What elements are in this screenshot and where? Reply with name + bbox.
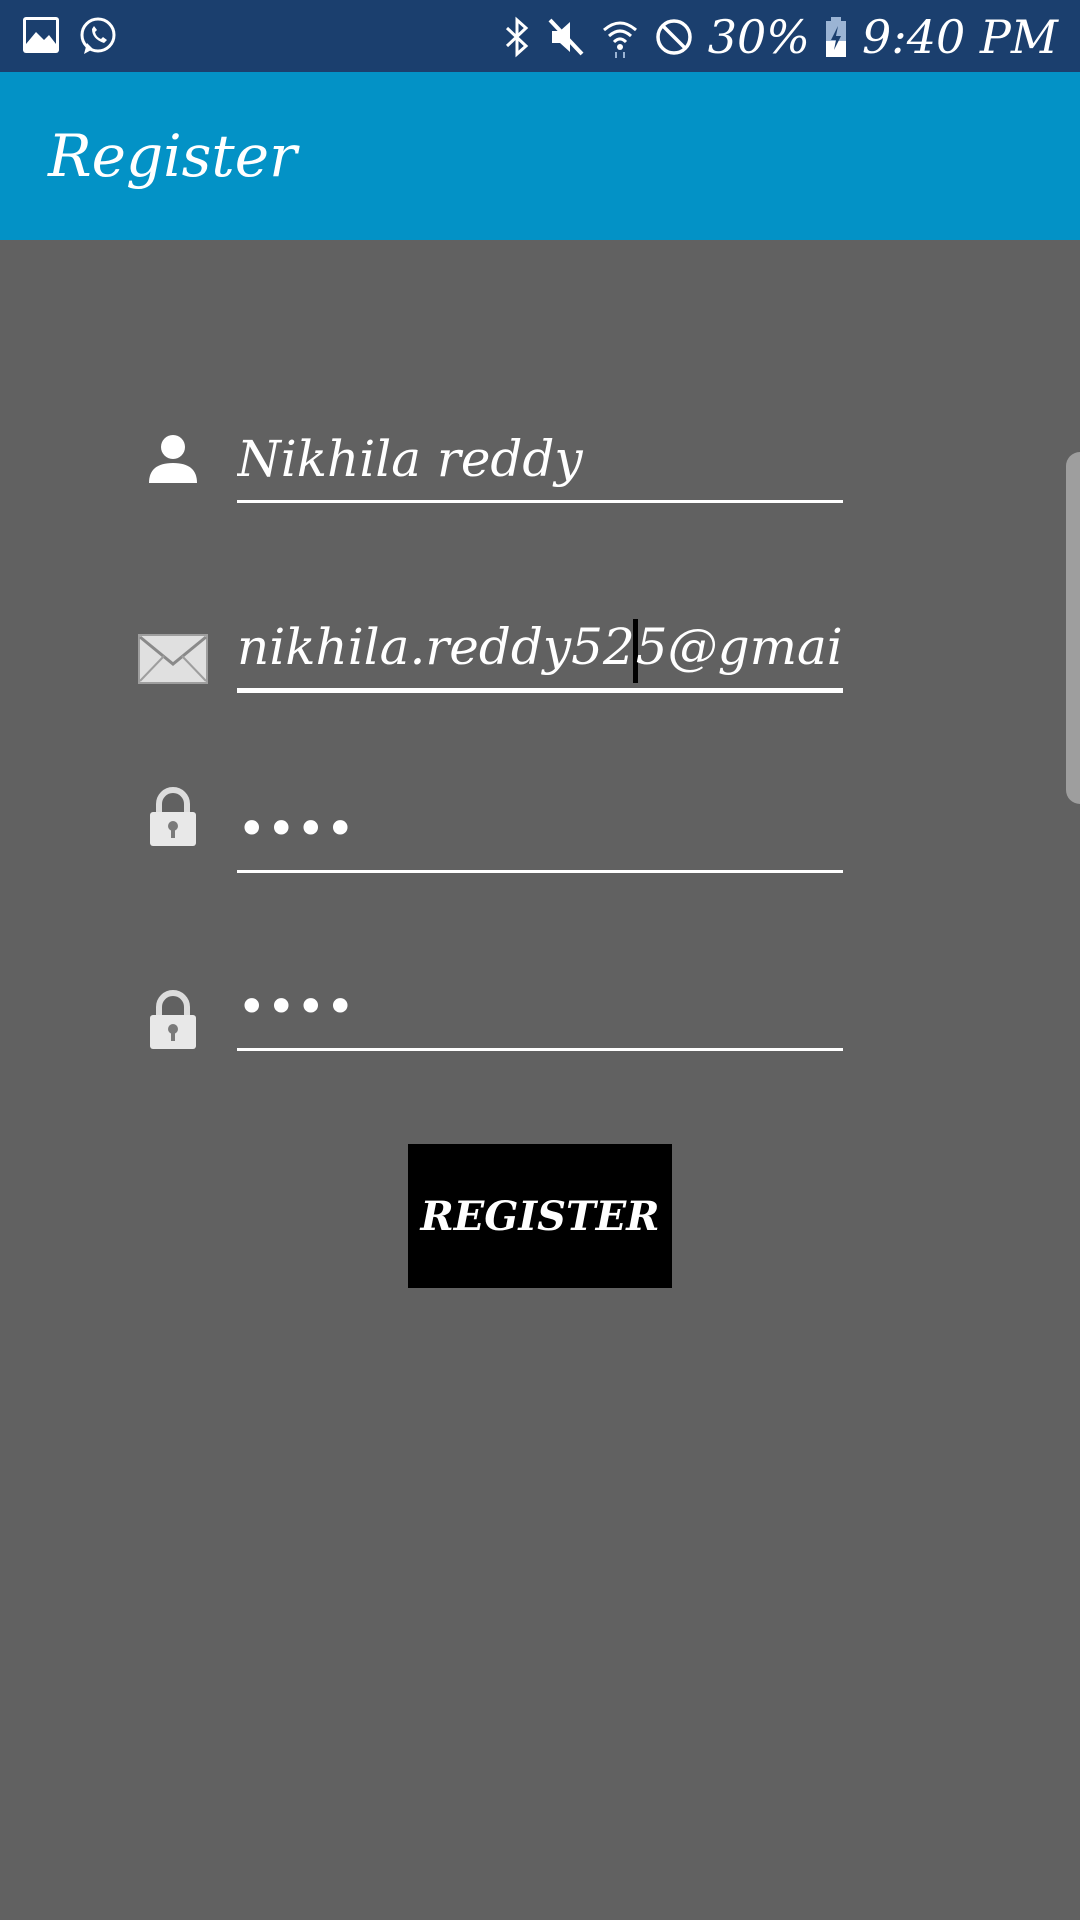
email-value-start: nikhila.reddy52 (237, 618, 635, 676)
bluetooth-icon (505, 16, 528, 58)
envelope-icon (138, 624, 208, 694)
name-field[interactable]: Nikhila reddy (237, 424, 843, 503)
gallery-icon (23, 17, 59, 53)
status-bar: 30% 9:40 PM (0, 0, 1080, 72)
lock-icon (138, 985, 208, 1055)
battery-percent: 30% (707, 10, 811, 64)
confirm-password-field[interactable]: •••• (237, 972, 843, 1051)
mute-icon (548, 18, 584, 56)
register-button[interactable]: REGISTER (408, 1144, 672, 1288)
confirm-password-underline (237, 1048, 843, 1051)
email-value: nikhila.reddy525@gmail. (237, 612, 843, 683)
whatsapp-icon (80, 17, 116, 54)
clock: 9:40 PM (862, 10, 1058, 64)
person-icon (138, 424, 208, 494)
page-title: Register (48, 122, 297, 190)
edge-panel-handle[interactable] (1066, 452, 1080, 804)
name-value: Nikhila reddy (237, 430, 583, 488)
battery-charging-icon (826, 17, 847, 57)
password-underline (237, 870, 843, 873)
lock-icon (138, 782, 208, 852)
password-field[interactable]: •••• (237, 794, 843, 873)
confirm-password-value: •••• (237, 978, 355, 1036)
app-bar: Register (0, 72, 1080, 240)
wifi-icon (602, 21, 637, 58)
email-field[interactable]: nikhila.reddy525@gmail. (237, 612, 843, 693)
email-underline (237, 688, 843, 693)
email-value-end: 5@gmail. (635, 618, 843, 676)
name-underline (237, 500, 843, 503)
password-value: •••• (237, 800, 355, 858)
do-not-disturb-icon (656, 19, 692, 55)
